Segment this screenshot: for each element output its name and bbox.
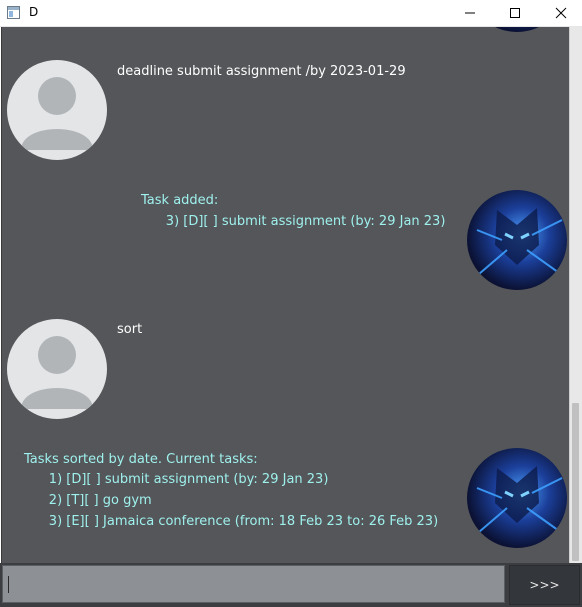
vertical-scrollbar[interactable]	[569, 27, 582, 563]
bot-character-icon	[471, 208, 563, 281]
bot-message-line: Tasks sorted by date. Current tasks:	[24, 452, 258, 467]
minimize-icon	[465, 12, 475, 14]
bot-message-line: Task added:	[141, 193, 219, 208]
user-avatar	[7, 319, 107, 419]
bot-message-line: 1) [D][ ] submit assignment (by: 29 Jan …	[24, 472, 329, 487]
app-icon	[7, 6, 20, 19]
user-silhouette-icon	[21, 77, 93, 150]
user-message: deadline submit assignment /by 2023-01-2…	[117, 64, 406, 79]
user-message: sort	[117, 322, 143, 337]
bot-message-line: 3) [D][ ] submit assignment (by: 29 Jan …	[141, 214, 446, 229]
close-icon	[555, 7, 567, 19]
dialog-container[interactable]: deadline submit assignment /by 2023-01-2…	[1, 27, 570, 563]
window-title: D	[29, 5, 39, 19]
user-avatar	[7, 60, 107, 160]
minimize-button[interactable]	[447, 0, 493, 26]
text-caret	[8, 576, 9, 593]
close-button[interactable]	[538, 0, 582, 26]
bot-avatar	[467, 448, 567, 548]
bot-message-line: 2) [T][ ] go gym	[24, 493, 152, 508]
user-silhouette-icon	[21, 336, 93, 409]
maximize-button[interactable]	[492, 0, 538, 26]
title-bar: D	[0, 0, 582, 27]
send-button[interactable]: >>>	[509, 565, 580, 605]
maximize-icon	[510, 8, 520, 18]
scrollbar-thumb[interactable]	[572, 403, 579, 561]
bot-message-line: 3) [E][ ] Jamaica conference (from: 18 F…	[24, 514, 439, 529]
bot-avatar	[467, 190, 567, 290]
bot-character-icon	[471, 466, 563, 539]
bot-avatar	[467, 27, 567, 32]
command-input[interactable]	[2, 565, 505, 603]
